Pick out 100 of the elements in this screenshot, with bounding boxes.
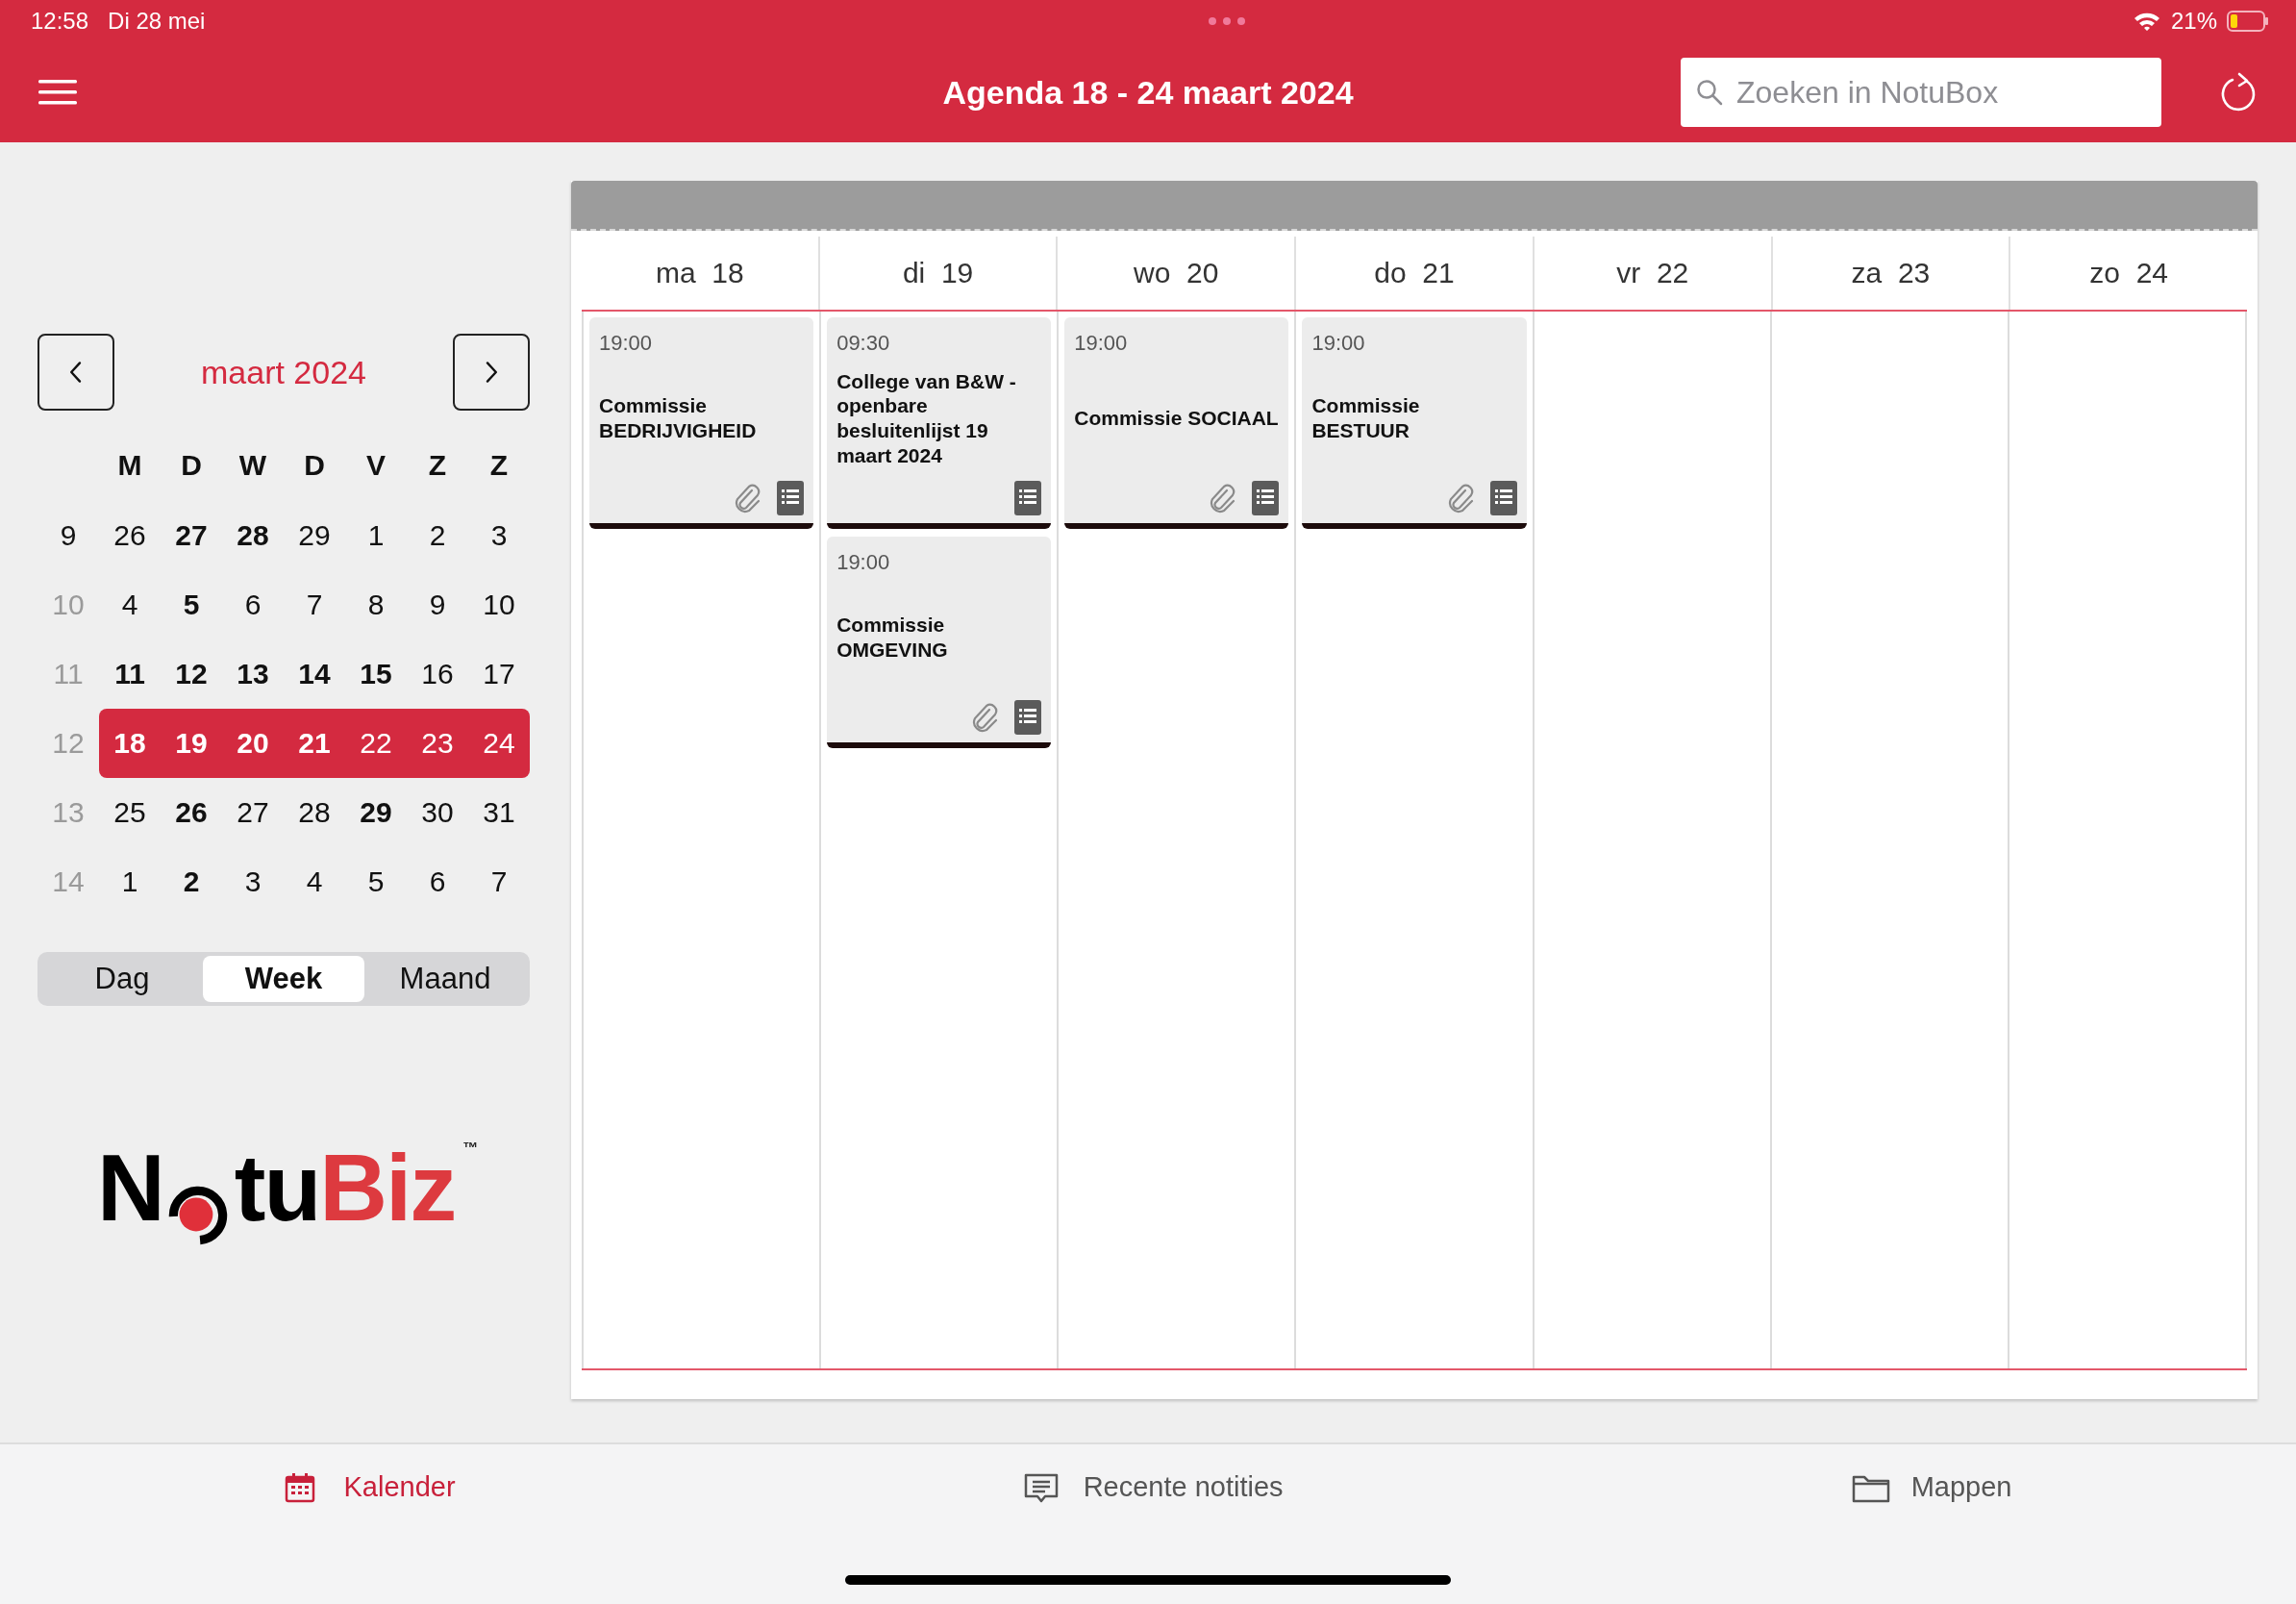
trademark-mark: ™ [462,1140,479,1156]
event-card[interactable]: 09:30 College van B&W - openbare besluitenlijst 19 maart 2024 [827,317,1052,529]
previous-month-button[interactable] [37,334,114,411]
date-cell[interactable]: 19 [161,727,222,760]
date-cell[interactable]: 30 [407,796,468,829]
date-cell[interactable]: 24 [468,727,530,760]
date-cell[interactable]: 16 [407,658,468,690]
battery-icon [2227,11,2269,32]
date-cell[interactable]: 5 [345,865,407,898]
week-row[interactable]: 26 27 28 29 1 2 3 [99,501,530,570]
week-number: 14 [51,865,86,898]
date-cell[interactable]: 7 [468,865,530,898]
date-cell[interactable]: 4 [284,865,345,898]
event-card[interactable]: 19:00 Commissie SOCIAAL [1064,317,1289,529]
weekday-label: W [237,449,268,482]
date-cell[interactable]: 22 [345,727,407,760]
menu-button[interactable] [38,79,77,106]
battery-percentage: 21% [2170,8,2217,35]
event-title: Commissie OMGEVING [836,613,949,663]
view-mode-tab[interactable]: Dag [41,956,203,1002]
list-document-icon[interactable] [1014,700,1042,735]
date-cell[interactable]: 5 [161,589,222,621]
day-header: wo 20 [1056,237,1295,310]
date-cell[interactable]: 14 [284,658,345,690]
refresh-button[interactable] [2219,72,2258,113]
list-document-icon[interactable] [1252,481,1280,515]
date-cell[interactable]: 20 [222,727,284,760]
list-document-icon[interactable] [777,481,805,515]
date-cell[interactable]: 10 [468,589,530,621]
date-cell[interactable]: 23 [407,727,468,760]
date-cell[interactable]: 31 [468,796,530,829]
weekday-label: Z [488,449,510,482]
date-cell[interactable]: 13 [222,658,284,690]
event-title: Commissie BESTUUR [1311,393,1421,443]
tab-bar-item[interactable]: Mappen [1851,1471,2012,1503]
list-document-icon[interactable] [1014,481,1042,515]
event-card[interactable]: 19:00 Commissie BESTUUR [1302,317,1527,529]
date-cell[interactable]: 11 [99,658,161,690]
view-mode-tab[interactable]: Maand [364,956,526,1002]
date-cell[interactable]: 9 [407,589,468,621]
week-row[interactable]: 11 12 13 14 15 16 17 [99,639,530,709]
date-cell[interactable]: 26 [161,796,222,829]
event-title: College van B&W - openbare besluitenlijst 19 maart 2024 [836,368,1017,468]
date-cell[interactable]: 27 [161,519,222,552]
date-cell[interactable]: 2 [161,865,222,898]
date-cell[interactable]: 17 [468,658,530,690]
date-cell[interactable]: 18 [99,727,161,760]
status-date: Di 28 mei [108,8,206,35]
list-document-icon[interactable] [1489,481,1517,515]
next-month-button[interactable] [453,334,530,411]
date-cell[interactable]: 1 [345,519,407,552]
page-title: Agenda 18 - 24 maart 2024 [942,73,1354,112]
tab-bar-item[interactable]: Recente notities [1023,1471,1284,1503]
chevron-left-icon[interactable] [68,360,84,385]
date-cell[interactable]: 28 [284,796,345,829]
event-time: 09:30 [836,331,891,356]
week-number: 9 [59,519,78,552]
week-number: 13 [51,796,86,829]
selected-week-highlight[interactable]: 18 19 20 21 22 23 24 [99,709,530,778]
weekday-label: D [180,449,203,482]
day-header: ma 18 [655,256,745,290]
event-time: 19:00 [836,550,891,575]
date-cell[interactable]: 2 [407,519,468,552]
date-cell[interactable]: 25 [99,796,161,829]
date-cell[interactable]: 6 [222,589,284,621]
date-cell[interactable]: 6 [407,865,468,898]
date-cell[interactable]: 3 [222,865,284,898]
date-cell[interactable]: 4 [99,589,161,621]
date-cell[interactable]: 29 [345,796,407,829]
day-header: vr 22 [1532,237,1771,310]
logo-text: N [97,1140,163,1235]
week-row[interactable]: 1 2 3 4 5 6 7 [99,847,530,916]
date-cell[interactable]: 15 [345,658,407,690]
date-cell[interactable]: 12 [161,658,222,690]
day-header: di 19 [817,237,1057,310]
date-cell[interactable]: 1 [99,865,161,898]
weekday-label: M [116,449,143,482]
week-row[interactable]: 4 5 6 7 8 9 10 [99,570,530,639]
search-field[interactable]: Zoeken in NotuBox [1681,58,2161,127]
event-card[interactable]: 19:00 Commissie OMGEVING [827,537,1052,748]
day-header: zo 24 [2009,237,2248,310]
week-number: 12 [51,727,86,760]
event-time: 19:00 [1074,331,1129,356]
logo-text: tu [234,1140,320,1235]
view-mode-tab[interactable]: Week [203,956,364,1002]
event-card[interactable]: 19:00 Commissie BEDRIJVIGHEID [589,317,814,529]
day-header: do 21 [1294,237,1533,310]
date-cell[interactable]: 21 [284,727,345,760]
date-cell[interactable]: 7 [284,589,345,621]
date-cell[interactable]: 28 [222,519,284,552]
date-cell[interactable]: 3 [468,519,530,552]
date-cell[interactable]: 29 [284,519,345,552]
chevron-right-icon[interactable] [484,360,499,385]
tab-bar-item[interactable]: Kalender [284,1471,456,1503]
date-cell[interactable]: 8 [345,589,407,621]
weekday-label: Z [427,449,448,482]
week-row[interactable]: 25 26 27 28 29 30 31 [99,778,530,847]
multitasking-dots-icon[interactable] [1207,16,1246,26]
date-cell[interactable]: 27 [222,796,284,829]
date-cell[interactable]: 26 [99,519,161,552]
